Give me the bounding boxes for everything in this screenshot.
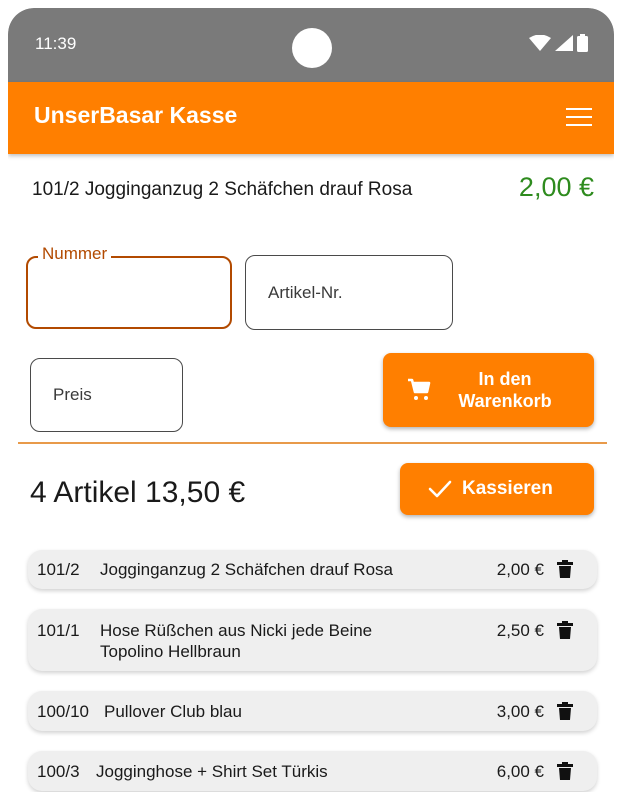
cart-item[interactable]: 101/2 Jogginganzug 2 Schäfchen drauf Ros…: [28, 550, 597, 589]
trash-icon[interactable]: [557, 762, 573, 780]
item-price: 2,00 €: [496, 560, 544, 579]
preis-field[interactable]: [30, 358, 183, 432]
camera-cutout: [292, 28, 332, 68]
artikel-nr-input[interactable]: [246, 256, 452, 329]
battery-icon: [577, 34, 588, 52]
check-icon: [428, 480, 452, 498]
item-number: 101/2: [37, 560, 80, 579]
menu-icon[interactable]: [566, 108, 592, 128]
item-number: 100/3: [37, 762, 80, 781]
add-to-cart-button[interactable]: In den Warenkorb: [383, 353, 594, 427]
item-description: Jogginganzug 2 Schäfchen drauf Rosa: [100, 560, 393, 579]
cart-summary: 4 Artikel 13,50 €: [30, 476, 246, 509]
trash-icon[interactable]: [557, 702, 573, 720]
trash-icon[interactable]: [557, 560, 573, 578]
last-item-price: 2,00 €: [518, 172, 594, 202]
app-bar: UnserBasar Kasse: [8, 82, 614, 154]
artikel-nr-field[interactable]: [245, 255, 453, 330]
status-time: 11:39: [35, 34, 77, 53]
item-description: Hose Rüßchen aus Nicki jede Beine Topoli…: [100, 621, 373, 661]
app-title: UnserBasar Kasse: [34, 102, 238, 128]
item-description: Jogginghose + Shirt Set Türkis: [96, 762, 328, 781]
trash-icon[interactable]: [557, 621, 573, 639]
item-price: 2,50 €: [496, 621, 544, 640]
signal-icon: [555, 35, 573, 51]
last-item-description: 101/2 Jogginganzug 2 Schäfchen drauf Ros…: [32, 179, 413, 200]
cart-item[interactable]: 101/1 Hose Rüßchen aus Nicki jede Beine …: [28, 609, 597, 671]
item-description: Pullover Club blau: [104, 702, 242, 721]
checkout-button[interactable]: Kassieren: [400, 463, 594, 515]
item-price: 3,00 €: [496, 702, 544, 721]
status-icons: [529, 34, 588, 52]
preis-input[interactable]: [31, 359, 182, 431]
status-bar: 11:39: [8, 8, 614, 82]
cart-icon: [408, 378, 431, 400]
item-number: 101/1: [37, 621, 80, 640]
phone-screen: 11:39 UnserBasar Kasse 101/2 Jogginganzu…: [8, 8, 614, 792]
cart-item[interactable]: 100/10 Pullover Club blau 3,00 €: [28, 691, 597, 731]
add-to-cart-label: In den Warenkorb: [458, 369, 552, 411]
item-number: 100/10: [37, 702, 89, 721]
nummer-input[interactable]: [28, 258, 230, 327]
item-price: 6,00 €: [496, 762, 544, 781]
divider: [18, 442, 607, 444]
cart-item[interactable]: 100/3 Jogginghose + Shirt Set Türkis 6,0…: [28, 751, 597, 791]
wifi-icon: [529, 35, 551, 51]
nummer-field[interactable]: Nummer: [26, 244, 232, 329]
checkout-label: Kassieren: [462, 478, 553, 499]
